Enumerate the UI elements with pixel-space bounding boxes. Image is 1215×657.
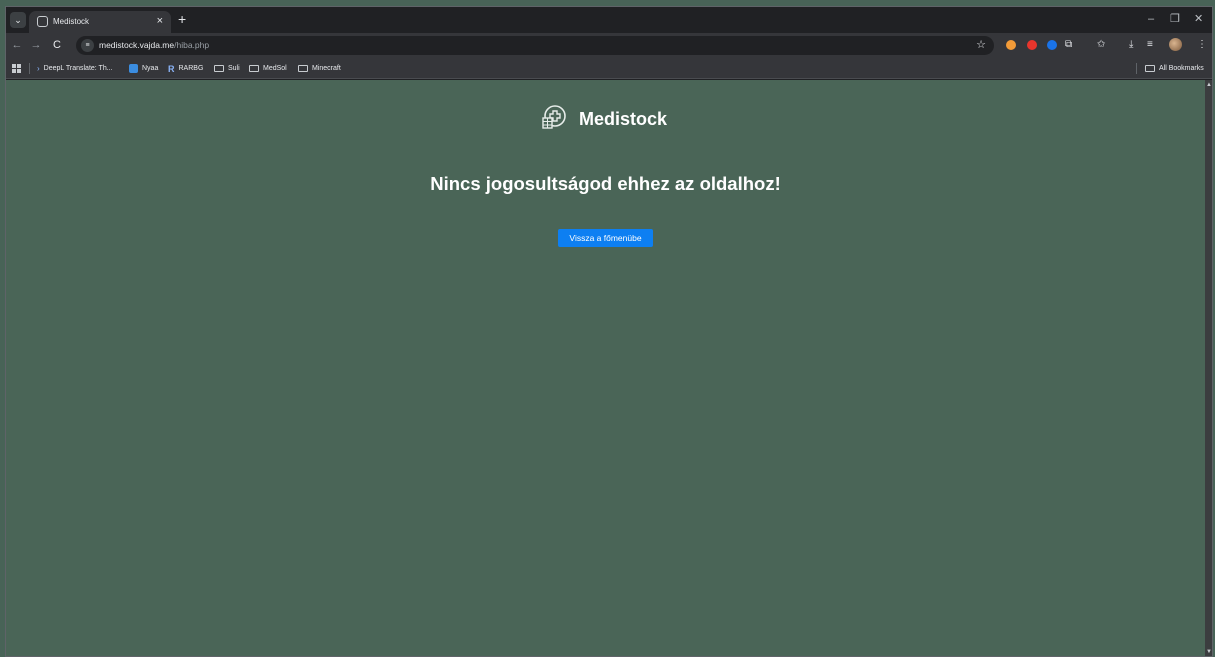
extension-orange-icon[interactable] [1006, 40, 1016, 50]
tab-medistock[interactable]: Medistock × [29, 11, 171, 33]
brand-name: Medistock [579, 109, 668, 129]
media-control-icon[interactable]: ≡ [1147, 37, 1153, 53]
all-bookmarks-label: All Bookmarks [1159, 65, 1204, 72]
extension-blue-icon[interactable] [1047, 40, 1057, 50]
brand-header: Medistock [541, 104, 668, 135]
apps-grid-icon[interactable] [12, 64, 21, 73]
bookmark-label: Nyaa [142, 65, 159, 72]
forward-button[interactable]: → [29, 37, 43, 53]
bookmark-rarbg[interactable]: R RARBG [168, 62, 203, 75]
bookmark-deepl[interactable]: › DeepL Translate: Th... [37, 62, 113, 75]
minimize-button[interactable]: – [1148, 12, 1154, 26]
bookmark-minecraft[interactable]: Minecraft [298, 62, 341, 75]
bookmark-suli[interactable]: Suli [214, 62, 240, 75]
address-bar[interactable]: ≡ medistock.vajda.me/hiba.php ☆ [76, 36, 994, 55]
reload-button[interactable]: C [50, 37, 64, 53]
all-bookmarks-button[interactable]: All Bookmarks [1145, 62, 1204, 75]
deepl-icon: › [37, 64, 40, 73]
folder-icon [249, 65, 259, 72]
bookmark-nyaa[interactable]: Nyaa [129, 62, 158, 75]
url-text[interactable]: medistock.vajda.me/hiba.php [99, 40, 209, 51]
bookmark-label: Suli [228, 65, 240, 72]
browser-window: ⌄ Medistock × + – ❐ ✕ ← → C ≡ medistock.… [5, 6, 1213, 657]
medistock-logo-icon [541, 104, 567, 135]
scroll-up-icon[interactable]: ▲ [1206, 82, 1212, 89]
folder-icon [214, 65, 224, 72]
close-window-button[interactable]: ✕ [1194, 12, 1203, 26]
menu-kebab-icon[interactable]: ⋮ [1197, 37, 1207, 53]
site-info-icon[interactable]: ≡ [81, 39, 94, 52]
new-tab-button[interactable]: + [178, 11, 186, 27]
folder-icon [1145, 65, 1155, 72]
extension-red-icon[interactable] [1027, 40, 1037, 50]
tab-title: Medistock [53, 17, 90, 26]
restore-button[interactable]: ❐ [1170, 12, 1180, 26]
bookmark-label: Minecraft [312, 65, 341, 72]
rarbg-icon: R [168, 63, 175, 74]
tab-strip: ⌄ Medistock × + – ❐ ✕ [6, 7, 1212, 33]
reading-list-star-icon[interactable]: ✩ [1097, 37, 1105, 53]
profile-avatar[interactable] [1169, 38, 1182, 51]
bookmark-label: MedSol [263, 65, 287, 72]
scroll-down-icon[interactable]: ▼ [1206, 649, 1212, 656]
browser-toolbar: ← → C ≡ medistock.vajda.me/hiba.php ☆ ⧉ … [6, 33, 1212, 58]
vertical-scrollbar[interactable]: ▲ ▼ [1205, 80, 1212, 656]
folder-icon [298, 65, 308, 72]
bookmark-medsol[interactable]: MedSol [249, 62, 287, 75]
tab-close-icon[interactable]: × [157, 14, 163, 28]
tab-search-icon[interactable]: ⌄ [10, 12, 26, 28]
bookmark-label: DeepL Translate: Th... [43, 65, 113, 72]
extensions-puzzle-icon[interactable]: ⧉ [1065, 37, 1072, 53]
bookmark-separator [1136, 63, 1137, 74]
page-title: Nincs jogosultságod ehhez az oldalhoz! [430, 173, 781, 194]
bookmark-star-icon[interactable]: ☆ [976, 38, 986, 53]
bookmarks-bar: › DeepL Translate: Th... Nyaa R RARBG Su… [6, 58, 1212, 79]
url-host: medistock.vajda.me [99, 40, 175, 50]
page-content: Medistock Nincs jogosultságod ehhez az o… [6, 80, 1205, 656]
bookmark-separator [29, 63, 30, 74]
url-path: /hiba.php [174, 40, 210, 50]
bookmark-label: RARBG [178, 65, 204, 72]
medistock-favicon-icon [37, 16, 48, 27]
download-icon[interactable]: ⤓ [1129, 37, 1133, 53]
nyaa-icon [129, 64, 138, 73]
back-to-main-menu-button[interactable]: Vissza a főmenübe [558, 229, 653, 247]
back-button[interactable]: ← [10, 37, 24, 53]
